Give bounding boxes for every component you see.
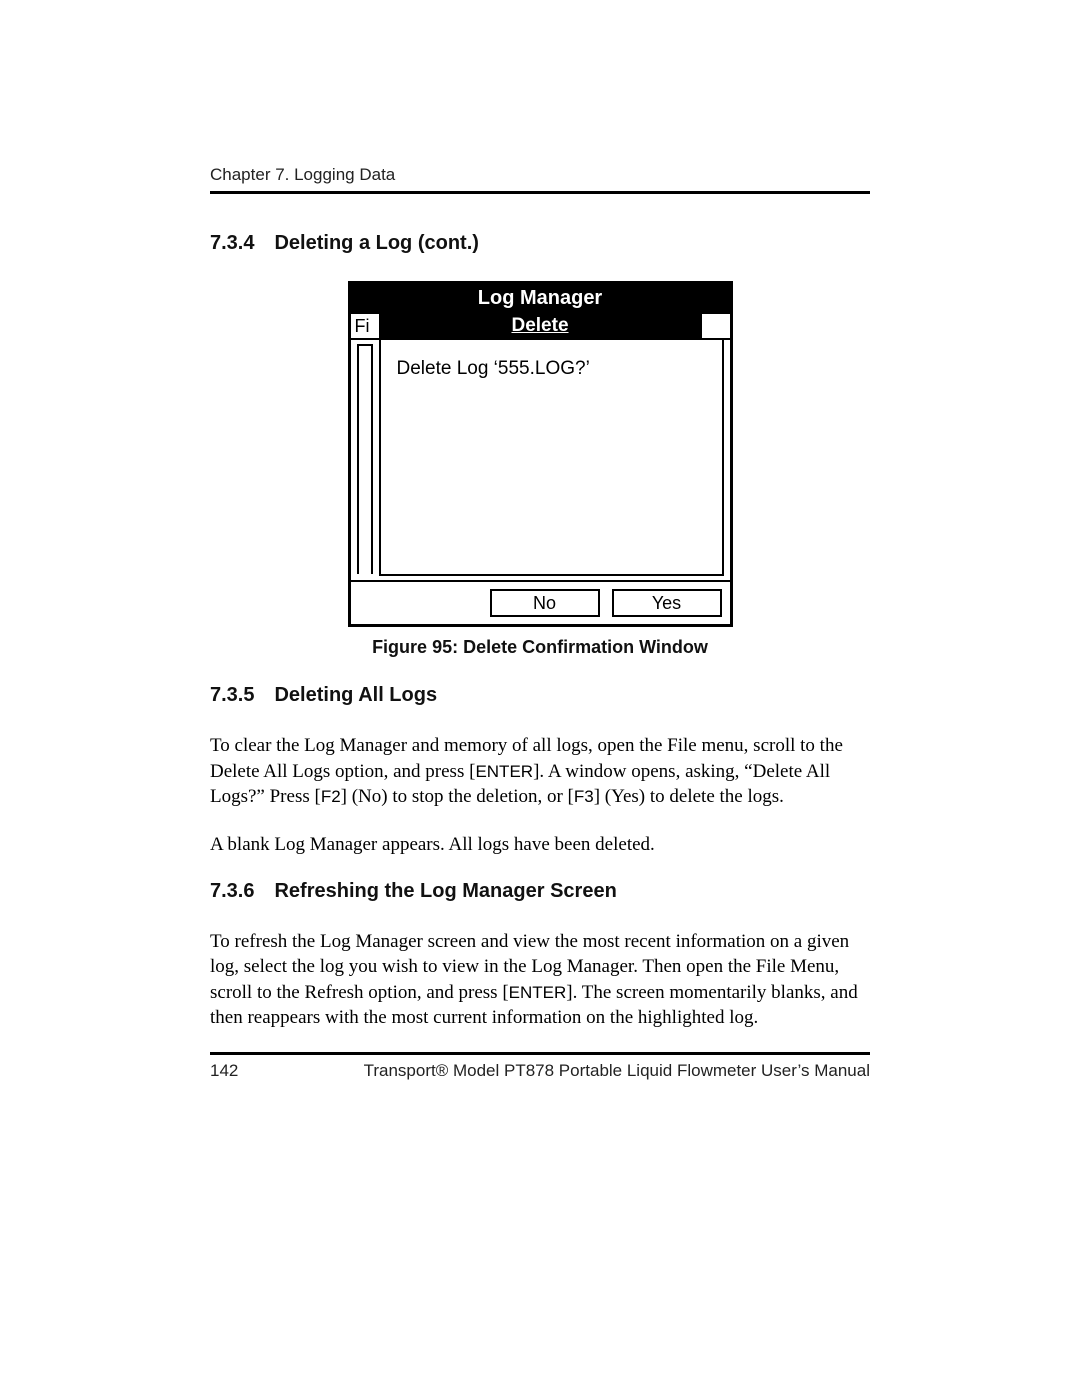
- section-title: Refreshing the Log Manager Screen: [274, 880, 616, 902]
- screen-button-bar: No Yes: [351, 580, 730, 624]
- section-number: 7.3.4: [210, 232, 254, 255]
- delete-dialog: Delete Log ‘555.LOG?’: [379, 340, 724, 576]
- page-footer: 142 Transport® Model PT878 Portable Liqu…: [210, 1052, 870, 1081]
- dialog-message: Delete Log ‘555.LOG?’: [397, 358, 706, 380]
- background-list-stub: [357, 344, 373, 574]
- screen-title: Log Manager: [351, 284, 730, 314]
- section-7-3-5-heading: 7.3.5 Deleting All Logs: [210, 684, 870, 707]
- section-title: Deleting a Log (cont.): [274, 232, 478, 254]
- screen-toolbar: Fi Delete: [351, 314, 730, 340]
- section-number: 7.3.6: [210, 880, 254, 903]
- key-f3: F3: [574, 787, 594, 806]
- chapter-header: Chapter 7. Logging Data: [210, 165, 870, 194]
- key-enter: ENTER: [509, 983, 567, 1002]
- toolbar-delete-label: Delete: [381, 314, 700, 338]
- footer-title: Transport® Model PT878 Portable Liquid F…: [364, 1061, 870, 1081]
- section-7-3-6-heading: 7.3.6 Refreshing the Log Manager Screen: [210, 880, 870, 903]
- toolbar-file-truncated[interactable]: Fi: [351, 314, 381, 338]
- figure-95: Log Manager Fi Delete Delete Log ‘555.LO…: [210, 281, 870, 658]
- no-button[interactable]: No: [490, 589, 600, 617]
- text-run: ] (Yes) to delete the logs.: [594, 786, 784, 807]
- yes-button[interactable]: Yes: [612, 589, 722, 617]
- toolbar-right-blank: [700, 314, 730, 338]
- section-7-3-4-heading: 7.3.4 Deleting a Log (cont.): [210, 232, 870, 255]
- key-enter: ENTER: [475, 762, 533, 781]
- section-number: 7.3.5: [210, 684, 254, 707]
- figure-caption: Figure 95: Delete Confirmation Window: [372, 637, 708, 658]
- key-f2: F2: [321, 787, 341, 806]
- section-title: Deleting All Logs: [274, 684, 437, 706]
- text-run: ] (No) to stop the deletion, or [: [341, 786, 574, 807]
- paragraph-736: To refresh the Log Manager screen and vi…: [210, 929, 870, 1032]
- log-manager-screen: Log Manager Fi Delete Delete Log ‘555.LO…: [348, 281, 733, 627]
- paragraph-735-2: A blank Log Manager appears. All logs ha…: [210, 832, 870, 858]
- screen-content: Delete Log ‘555.LOG?’: [351, 340, 730, 580]
- page: Chapter 7. Logging Data 7.3.4 Deleting a …: [0, 0, 1080, 1397]
- page-number: 142: [210, 1061, 238, 1081]
- paragraph-735-1: To clear the Log Manager and memory of a…: [210, 733, 870, 810]
